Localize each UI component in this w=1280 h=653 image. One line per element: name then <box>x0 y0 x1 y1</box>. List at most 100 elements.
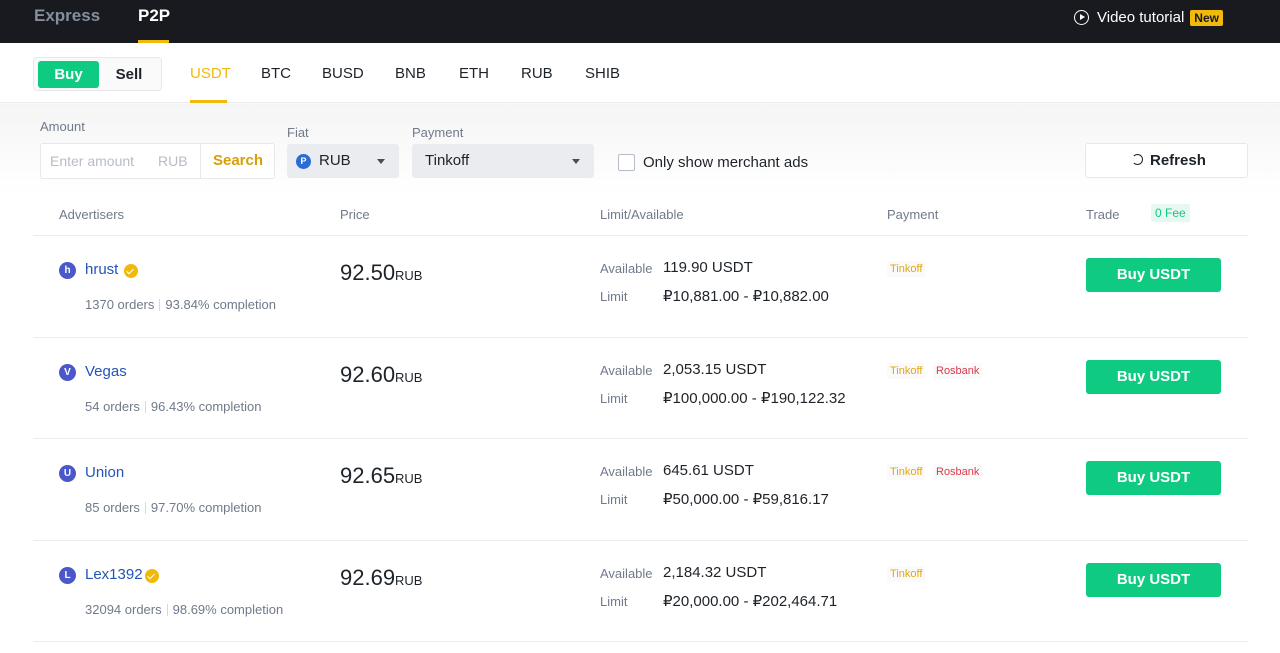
filter-bar: Amount Enter amount RUB Search Fiat P RU… <box>0 104 1280 194</box>
available-value: 2,053.15 USDT <box>663 361 767 378</box>
advertiser-stats: 54 orders 96.43% completion <box>85 399 262 414</box>
price-value: 92.60 <box>340 362 396 387</box>
available-label: Available <box>600 464 653 479</box>
header-price: Price <box>340 207 370 222</box>
table-row: U Union 85 orders 97.70% completion 92.6… <box>0 439 1280 540</box>
table-row: h hrust 1370 orders 93.84% completion 92… <box>0 236 1280 337</box>
payment-tag-rosbank: Rosbank <box>933 363 983 379</box>
refresh-label: Refresh <box>1150 152 1206 169</box>
advertiser-stats: 32094 orders 98.69% completion <box>85 602 283 617</box>
divider <box>144 401 146 413</box>
payment-tag-tinkoff: Tinkoff <box>887 363 926 379</box>
advertiser-name-link[interactable]: Vegas <box>85 363 127 380</box>
amount-input[interactable]: Enter amount <box>50 153 134 169</box>
table-row: L Lex1392 32094 orders 98.69% completion… <box>0 541 1280 642</box>
sell-toggle-button[interactable]: Sell <box>100 61 158 88</box>
price-unit: RUB <box>395 370 423 385</box>
verified-badge-icon <box>145 569 159 583</box>
advertiser-name-link[interactable]: hrust <box>85 261 118 278</box>
search-button[interactable]: Search <box>200 144 275 178</box>
limit-value: ₽50,000.00 - ₽59,816.17 <box>663 491 829 508</box>
price-unit: RUB <box>395 268 423 283</box>
limit-value: ₽10,881.00 - ₽10,882.00 <box>663 288 829 305</box>
available-value: 2,184.32 USDT <box>663 564 767 581</box>
buy-usdt-button[interactable]: Buy USDT <box>1086 563 1221 597</box>
order-count: 54 orders <box>85 399 140 414</box>
new-badge: New <box>1190 9 1223 26</box>
completion-rate: 98.69% completion <box>172 602 284 617</box>
advertiser-stats: 85 orders 97.70% completion <box>85 500 262 515</box>
avatar: V <box>59 364 76 381</box>
merchant-ads-checkbox[interactable] <box>618 154 635 171</box>
divider <box>159 299 161 311</box>
divider <box>144 502 146 514</box>
active-coin-indicator <box>190 100 227 103</box>
available-value: 119.90 USDT <box>663 259 753 276</box>
amount-label: Amount <box>40 119 85 134</box>
completion-rate: 97.70% completion <box>150 500 262 515</box>
available-value: 645.61 USDT <box>663 462 754 479</box>
header-payment: Payment <box>887 207 939 222</box>
completion-rate: 93.84% completion <box>165 297 276 312</box>
video-tutorial-label: Video tutorial <box>1097 9 1185 26</box>
coin-tab-bnb[interactable]: BNB <box>395 65 426 82</box>
completion-rate: 96.43% completion <box>150 399 262 414</box>
order-count: 32094 orders <box>85 602 162 617</box>
avatar: U <box>59 465 76 482</box>
buy-usdt-button[interactable]: Buy USDT <box>1086 258 1221 292</box>
payment-value: Tinkoff <box>425 152 470 169</box>
coin-tab-usdt[interactable]: USDT <box>190 65 231 82</box>
price-unit: RUB <box>395 471 423 486</box>
video-tutorial-link[interactable]: Video tutorial New <box>1074 9 1223 26</box>
limit-label: Limit <box>600 391 628 406</box>
refresh-button[interactable]: Refresh <box>1085 143 1248 178</box>
tab-p2p[interactable]: P2P <box>138 6 170 26</box>
available-label: Available <box>600 363 653 378</box>
amount-unit: RUB <box>158 153 188 169</box>
tab-express[interactable]: Express <box>34 6 100 26</box>
available-label: Available <box>600 566 653 581</box>
order-count: 85 orders <box>85 500 140 515</box>
refresh-icon <box>1132 154 1143 165</box>
order-count: 1370 orders <box>85 297 155 312</box>
payment-tag-tinkoff: Tinkoff <box>887 261 926 277</box>
divider <box>166 604 168 616</box>
zero-fee-badge: 0 Fee <box>1151 204 1190 222</box>
chevron-down-icon <box>377 159 385 164</box>
advertiser-name-link[interactable]: Lex1392 <box>85 566 143 583</box>
ruble-icon: P <box>296 154 311 169</box>
payment-select[interactable]: Tinkoff <box>412 144 594 178</box>
header-limit-available: Limit/Available <box>600 207 684 222</box>
price-value: 92.69 <box>340 565 396 590</box>
divider <box>33 641 1248 642</box>
header-advertisers: Advertisers <box>59 207 125 222</box>
play-circle-icon <box>1074 10 1089 25</box>
price-unit: RUB <box>395 573 423 588</box>
buy-usdt-button[interactable]: Buy USDT <box>1086 461 1221 495</box>
coin-tab-shib[interactable]: SHIB <box>585 65 620 82</box>
chevron-down-icon <box>572 159 580 164</box>
verified-badge-icon <box>124 264 138 278</box>
buy-usdt-button[interactable]: Buy USDT <box>1086 360 1221 394</box>
merchant-ads-label[interactable]: Only show merchant ads <box>643 154 808 171</box>
coin-tab-rub[interactable]: RUB <box>521 65 553 82</box>
payment-tag-tinkoff: Tinkoff <box>887 464 926 480</box>
table-row: V Vegas 54 orders 96.43% completion 92.6… <box>0 338 1280 439</box>
coin-tab-busd[interactable]: BUSD <box>322 65 364 82</box>
limit-label: Limit <box>600 289 628 304</box>
amount-field[interactable]: Enter amount RUB Search <box>40 143 275 179</box>
price-value: 92.65 <box>340 463 396 488</box>
payment-tag-tinkoff: Tinkoff <box>887 566 926 582</box>
coin-tab-btc[interactable]: BTC <box>261 65 291 82</box>
advertiser-stats: 1370 orders 93.84% completion <box>85 297 276 312</box>
limit-value: ₽100,000.00 - ₽190,122.32 <box>663 390 846 407</box>
buy-toggle-button[interactable]: Buy <box>38 61 99 88</box>
payment-label: Payment <box>412 125 464 140</box>
advertiser-name-link[interactable]: Union <box>85 464 124 481</box>
buy-sell-toggle: Buy Sell <box>33 57 162 91</box>
coin-tab-eth[interactable]: ETH <box>459 65 489 82</box>
available-label: Available <box>600 261 653 276</box>
price-value: 92.50 <box>340 260 396 285</box>
avatar: h <box>59 262 76 279</box>
fiat-select[interactable]: P RUB <box>287 144 399 178</box>
